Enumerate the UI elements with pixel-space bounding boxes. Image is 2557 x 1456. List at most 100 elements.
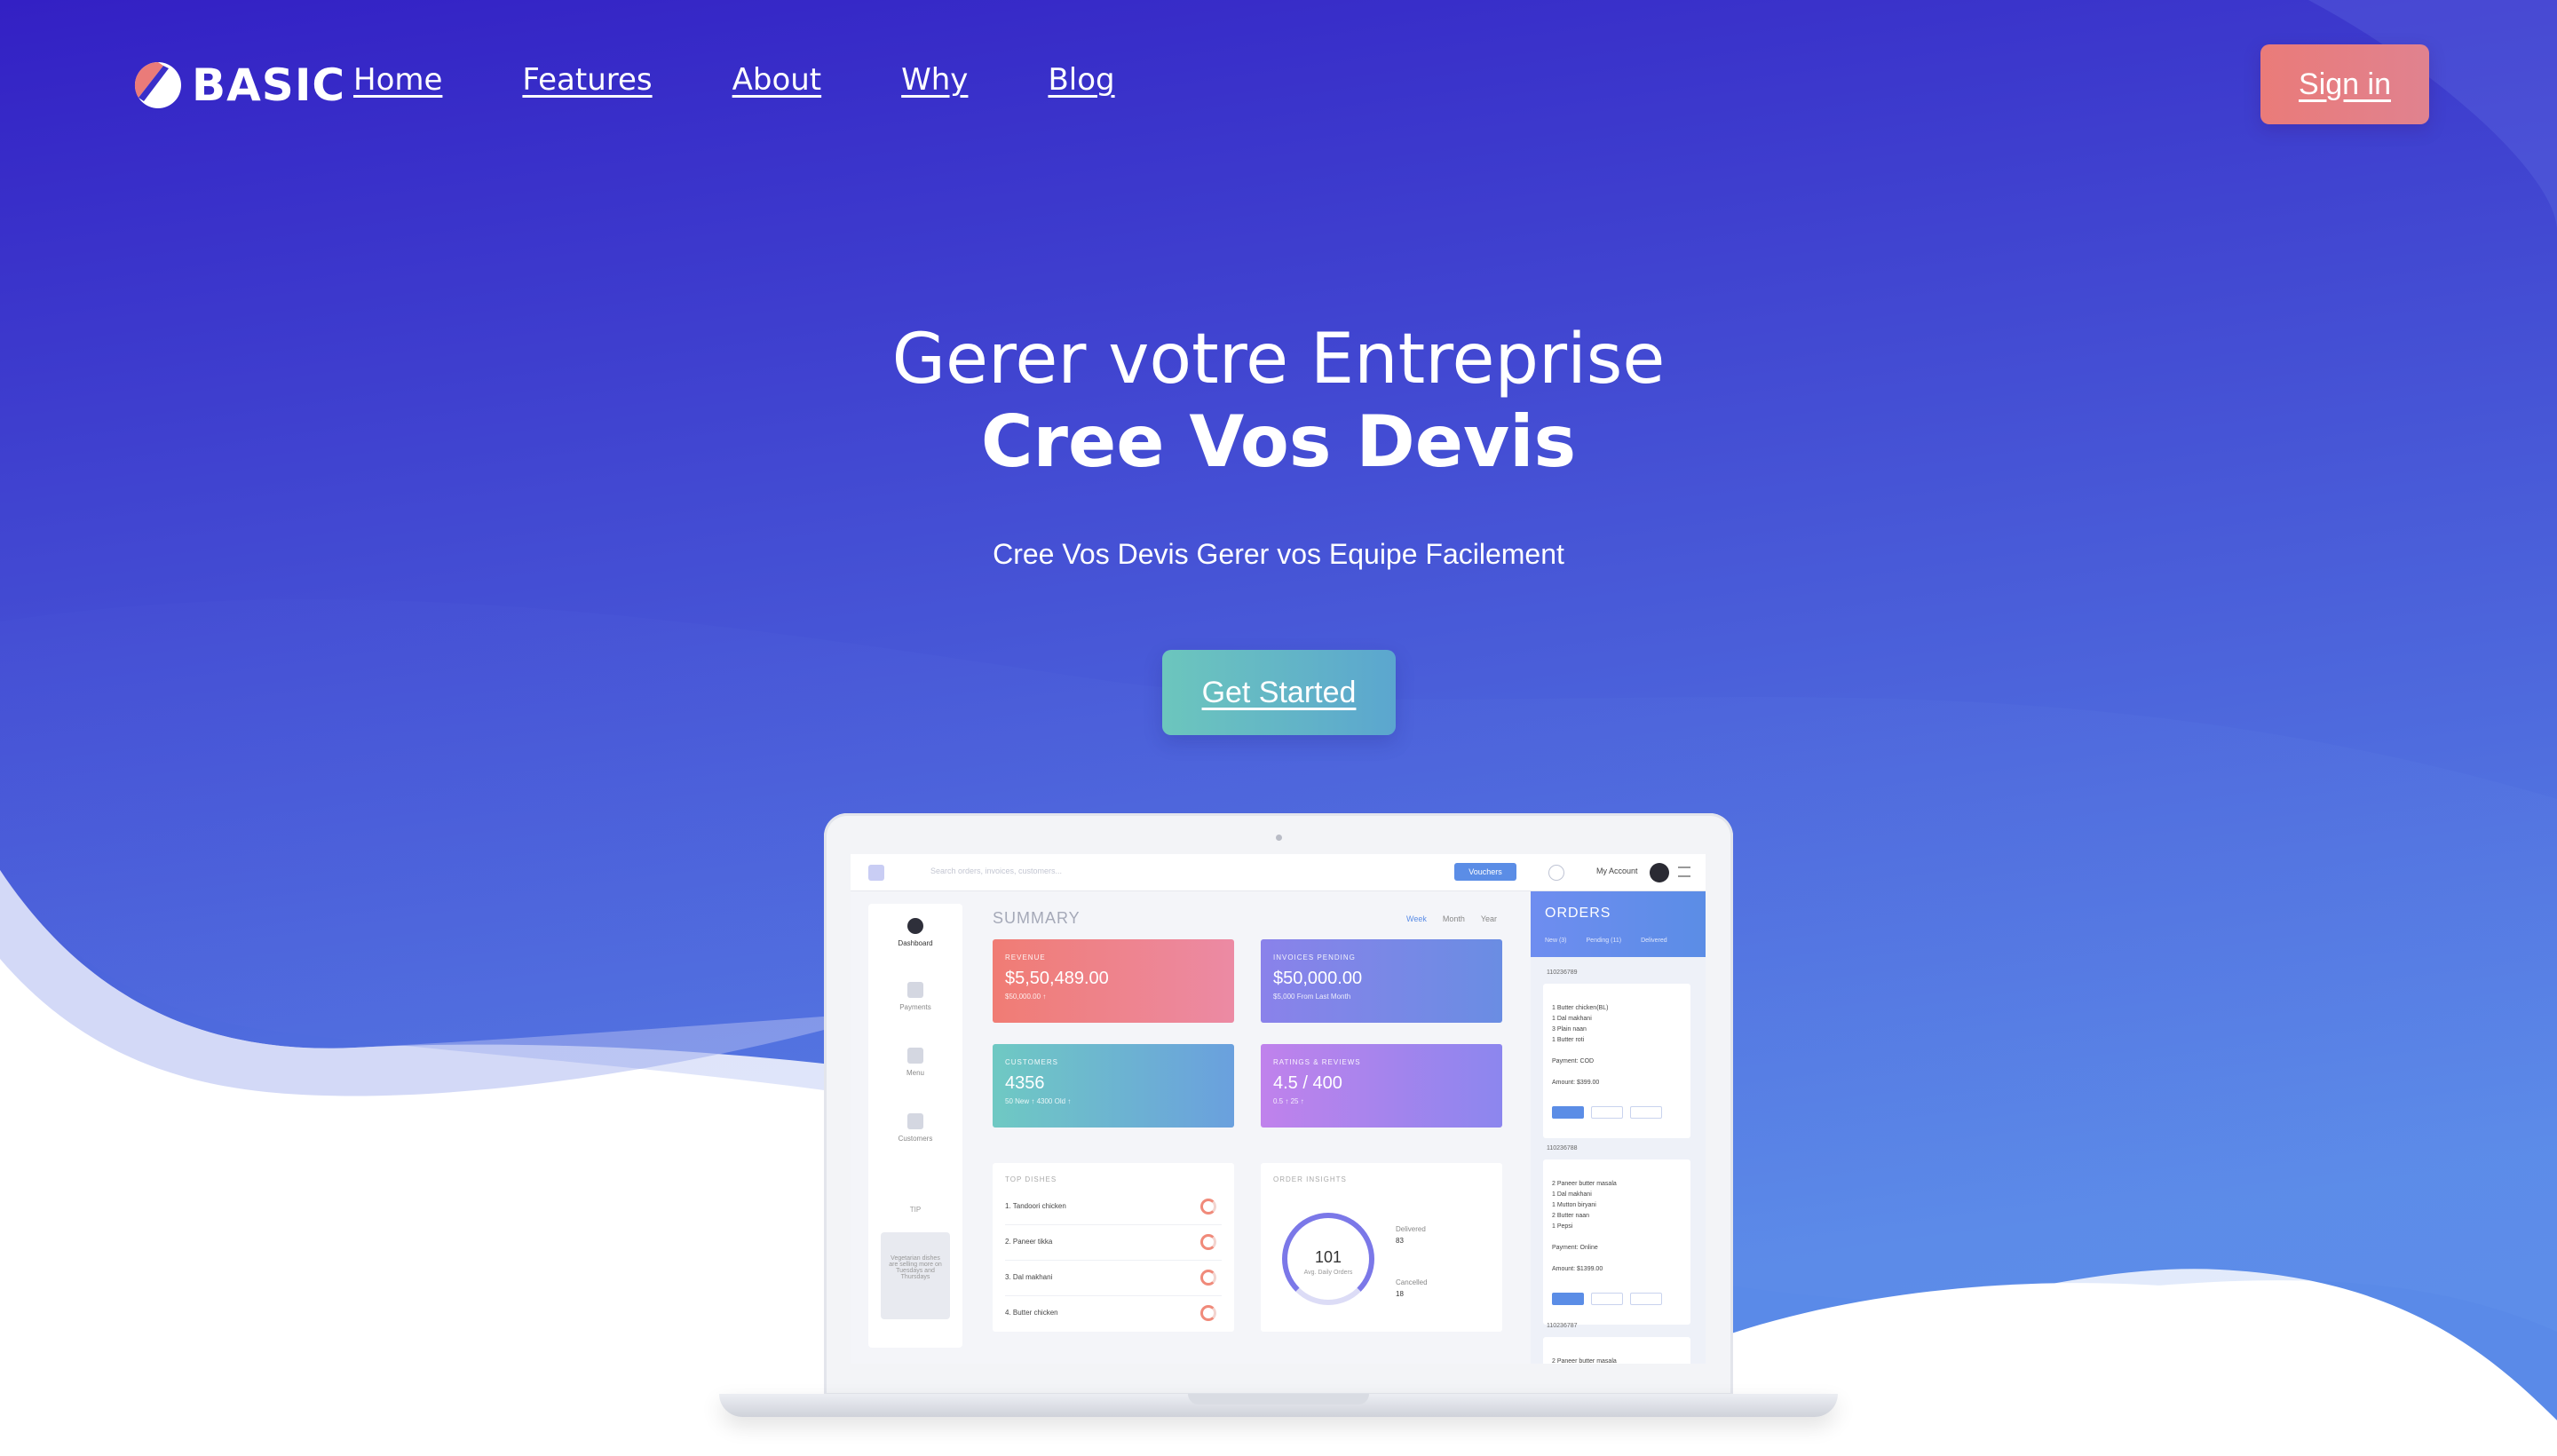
progress-ring-icon <box>1200 1199 1216 1215</box>
nav-links: Home Features About Why Blog <box>353 62 1115 98</box>
period-month: Month <box>1442 914 1465 923</box>
card-label: REVENUE <box>1005 954 1046 961</box>
list-item: 1. Tandoori chicken <box>1005 1190 1222 1225</box>
period-selector: Week Month Year <box>1406 914 1497 923</box>
card-sub: 0.5 ↑ 25 ↑ <box>1273 1097 1304 1105</box>
account-label: My Account <box>1596 866 1638 875</box>
order-items: 1 Butter chicken(BL) 1 Dal makhani 3 Pla… <box>1552 1005 1609 1043</box>
sidebar-item-customers: Customers <box>868 1113 962 1143</box>
panel-title: ORDER INSIGHTS <box>1273 1175 1347 1183</box>
sidebar-item-label: Payments <box>899 1003 931 1011</box>
order-actions <box>1552 1293 1682 1305</box>
orders-panel: ORDERS New (3) Pending (11) Delivered 11… <box>1531 891 1706 1364</box>
dashboard-topbar: Search orders, invoices, customers... Vo… <box>851 854 1706 891</box>
donut-caption: Avg. Daily Orders <box>1303 1270 1353 1276</box>
payments-icon <box>907 982 923 998</box>
avatar <box>1650 863 1669 882</box>
card-sub: $5,000 From Last Month <box>1273 993 1351 1001</box>
top-dishes-panel: TOP DISHES 1. Tandoori chicken 2. Paneer… <box>993 1163 1234 1332</box>
nav-link-why[interactable]: Why <box>901 62 968 98</box>
hero-title-line1: Gerer votre Entreprise <box>891 320 1666 400</box>
card-sub: $50,000.00 ↑ <box>1005 993 1047 1001</box>
list-item: 3. Dal makhani <box>1005 1261 1222 1296</box>
sidebar-item-payments: Payments <box>868 982 962 1011</box>
accept-icon <box>1552 1293 1584 1305</box>
order-id: 110236787 <box>1547 1323 1578 1329</box>
stat-value: 18 <box>1396 1290 1404 1298</box>
nav-link-home[interactable]: Home <box>353 62 442 98</box>
stat-label: Delivered <box>1396 1225 1426 1233</box>
reject-icon <box>1591 1106 1623 1119</box>
order-amount: Amount: $399.00 <box>1552 1080 1600 1086</box>
card-label: CUSTOMERS <box>1005 1058 1058 1066</box>
dashboard-sidebar: Dashboard Payments Menu Customers TIP Ve… <box>868 904 962 1348</box>
tab-delivered: Delivered <box>1641 938 1667 944</box>
card-value: $50,000.00 <box>1273 969 1363 988</box>
dish-name: 3. Dal makhani <box>1005 1273 1053 1281</box>
order-id: 110236788 <box>1547 1145 1578 1151</box>
order-card: 1 Butter chicken(BL) 1 Dal makhani 3 Pla… <box>1543 984 1690 1138</box>
hamburger-icon <box>1678 866 1690 877</box>
tab-new: New (3) <box>1545 938 1567 944</box>
customers-card: CUSTOMERS 4356 50 New ↑ 4300 Old ↑ <box>993 1044 1234 1128</box>
dish-name: 1. Tandoori chicken <box>1005 1202 1066 1210</box>
sign-in-button[interactable]: Sign in <box>2260 44 2429 124</box>
list-item: 2. Paneer tikka <box>1005 1225 1222 1261</box>
menu-icon <box>907 1048 923 1064</box>
revenue-card: REVENUE $5,50,489.00 $50,000.00 ↑ <box>993 939 1234 1023</box>
progress-ring-icon <box>1200 1270 1216 1286</box>
progress-ring-icon <box>1200 1234 1216 1250</box>
customers-icon <box>907 1113 923 1129</box>
order-card: 2 Paneer butter masala 1 Dal makhani 1 M… <box>1543 1159 1690 1325</box>
hero-title-line2: Cree Vos Devis <box>980 400 1577 483</box>
orders-tabs: New (3) Pending (11) Delivered <box>1545 938 1667 944</box>
orders-header: ORDERS New (3) Pending (11) Delivered <box>1531 891 1706 957</box>
call-icon <box>1630 1106 1662 1119</box>
order-amount: Amount: $1399.00 <box>1552 1266 1603 1272</box>
tip-label: TIP <box>909 1206 922 1214</box>
progress-ring-icon <box>1200 1305 1216 1321</box>
order-payment: Payment: Online <box>1552 1245 1598 1251</box>
card-value: 4356 <box>1005 1073 1045 1093</box>
card-value: 4.5 / 400 <box>1273 1073 1342 1093</box>
delivered-stat: Delivered 83 <box>1396 1225 1426 1245</box>
orders-donut: 101 Avg. Daily Orders <box>1282 1213 1374 1305</box>
orders-title: ORDERS <box>1545 906 1611 921</box>
order-card: 2 Paneer butter masala 1 Dal makhani <box>1543 1337 1690 1364</box>
nav-link-blog[interactable]: Blog <box>1048 62 1114 98</box>
list-item: 4. Butter chicken <box>1005 1296 1222 1332</box>
card-sub: 50 New ↑ 4300 Old ↑ <box>1005 1097 1072 1105</box>
order-actions <box>1552 1106 1682 1119</box>
sidebar-item-dashboard: Dashboard <box>868 918 962 947</box>
order-insights-panel: ORDER INSIGHTS 101 Avg. Daily Orders Del… <box>1261 1163 1502 1332</box>
card-label: RATINGS & REVIEWS <box>1273 1058 1361 1066</box>
card-label: INVOICES PENDING <box>1273 954 1356 961</box>
invoices-card: INVOICES PENDING $50,000.00 $5,000 From … <box>1261 939 1502 1023</box>
summary-title: SUMMARY <box>993 909 1081 927</box>
sidebar-item-label: Customers <box>898 1135 933 1143</box>
period-year: Year <box>1480 914 1498 923</box>
bell-icon <box>1548 865 1564 881</box>
dish-name: 2. Paneer tikka <box>1005 1238 1053 1246</box>
call-icon <box>1630 1293 1662 1305</box>
donut-value: 101 <box>1314 1248 1342 1266</box>
top-navbar: BASIC Home Features About Why Blog Sign … <box>0 0 2557 169</box>
tip-card: Vegetarian dishes are selling more on Tu… <box>881 1232 950 1319</box>
nav-link-features[interactable]: Features <box>522 62 652 98</box>
dish-name: 4. Butter chicken <box>1005 1309 1058 1317</box>
panel-title: TOP DISHES <box>1005 1175 1057 1183</box>
laptop-notch <box>1188 1394 1369 1405</box>
nav-link-about[interactable]: About <box>732 62 822 98</box>
brand-name: BASIC <box>192 59 346 111</box>
sidebar-item-label: Menu <box>906 1069 924 1077</box>
brand-logo[interactable]: BASIC <box>133 59 345 112</box>
card-value: $5,50,489.00 <box>1005 969 1109 988</box>
logo-icon <box>134 61 181 108</box>
ratings-card: RATINGS & REVIEWS 4.5 / 400 0.5 ↑ 25 ↑ <box>1261 1044 1502 1128</box>
order-payment: Payment: COD <box>1552 1058 1595 1064</box>
hero-section: BASIC Home Features About Why Blog Sign … <box>0 0 2557 1456</box>
get-started-button[interactable]: Get Started <box>1162 650 1396 735</box>
tab-pending: Pending (11) <box>1586 938 1622 944</box>
accept-icon <box>1552 1106 1584 1119</box>
sidebar-item-label: Dashboard <box>898 939 933 947</box>
